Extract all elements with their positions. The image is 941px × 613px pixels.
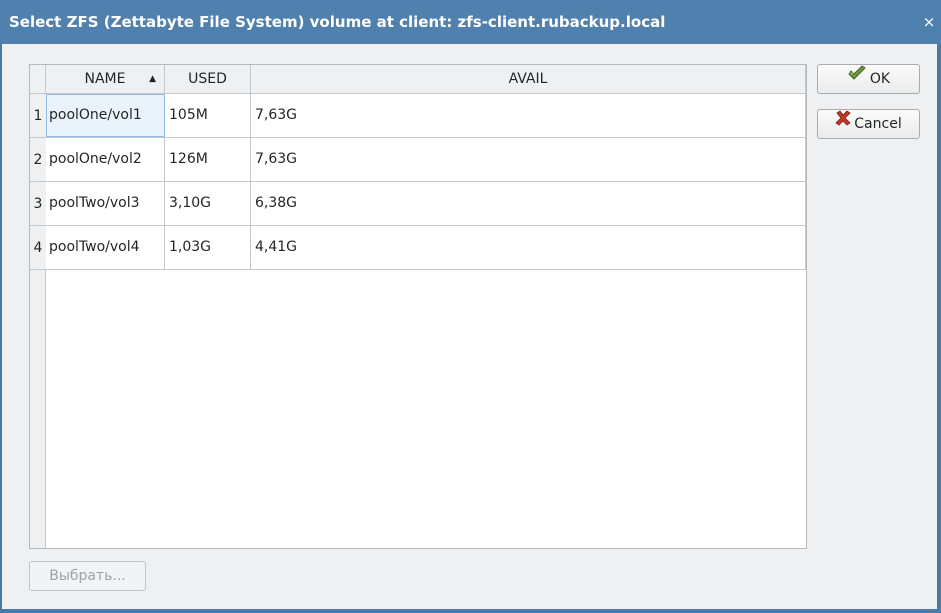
- cell-name[interactable]: poolOne/vol1: [46, 94, 165, 137]
- title-bar[interactable]: Select ZFS (Zettabyte File System) volum…: [0, 0, 941, 44]
- select-button-label: Выбрать...: [49, 568, 126, 584]
- cell-used[interactable]: 3,10G: [165, 182, 251, 225]
- checkmark-icon: [847, 63, 867, 91]
- table-corner[interactable]: [30, 65, 46, 94]
- cell-used[interactable]: 1,03G: [165, 226, 251, 269]
- cancel-button[interactable]: Cancel: [817, 109, 920, 139]
- table-row[interactable]: poolOne/vol2 126M 7,63G: [46, 138, 806, 182]
- dialog-window: Select ZFS (Zettabyte File System) volum…: [0, 0, 941, 613]
- volume-table: NAME ▲ USED AVAIL 1 poolOne/vol1 105M 7,…: [29, 64, 807, 549]
- column-header-avail[interactable]: AVAIL: [251, 65, 806, 94]
- dialog-body: NAME ▲ USED AVAIL 1 poolOne/vol1 105M 7,…: [2, 44, 937, 609]
- column-header-label: AVAIL: [508, 71, 548, 87]
- cell-avail[interactable]: 4,41G: [251, 226, 806, 269]
- select-button[interactable]: Выбрать...: [29, 561, 146, 591]
- row-number[interactable]: 3: [30, 182, 46, 226]
- cell-used[interactable]: 105M: [165, 94, 251, 137]
- cell-avail[interactable]: 7,63G: [251, 94, 806, 137]
- ok-button[interactable]: OK: [817, 64, 920, 94]
- cell-avail[interactable]: 7,63G: [251, 138, 806, 181]
- cross-icon: [835, 108, 851, 136]
- cell-name[interactable]: poolOne/vol2: [46, 138, 165, 181]
- table-row[interactable]: poolTwo/vol4 1,03G 4,41G: [46, 226, 806, 270]
- column-header-label: NAME: [84, 71, 126, 87]
- cell-name[interactable]: poolTwo/vol4: [46, 226, 165, 269]
- window-title: Select ZFS (Zettabyte File System) volum…: [9, 13, 666, 31]
- row-number[interactable]: 1: [30, 94, 46, 138]
- column-header-used[interactable]: USED: [165, 65, 251, 94]
- ok-button-label: OK: [869, 71, 891, 87]
- column-header-label: USED: [188, 71, 227, 87]
- cell-name[interactable]: poolTwo/vol3: [46, 182, 165, 225]
- table-row[interactable]: poolTwo/vol3 3,10G 6,38G: [46, 182, 806, 226]
- row-number[interactable]: 4: [30, 226, 46, 270]
- close-icon: ×: [922, 13, 936, 31]
- cell-used[interactable]: 126M: [165, 138, 251, 181]
- cell-avail[interactable]: 6,38G: [251, 182, 806, 225]
- cancel-button-label: Cancel: [854, 116, 902, 132]
- row-number[interactable]: 2: [30, 138, 46, 182]
- column-header-name[interactable]: NAME ▲: [46, 65, 165, 94]
- table-row[interactable]: poolOne/vol1 105M 7,63G: [46, 94, 806, 138]
- close-button[interactable]: ×: [917, 10, 941, 34]
- sort-ascending-icon: ▲: [149, 74, 156, 84]
